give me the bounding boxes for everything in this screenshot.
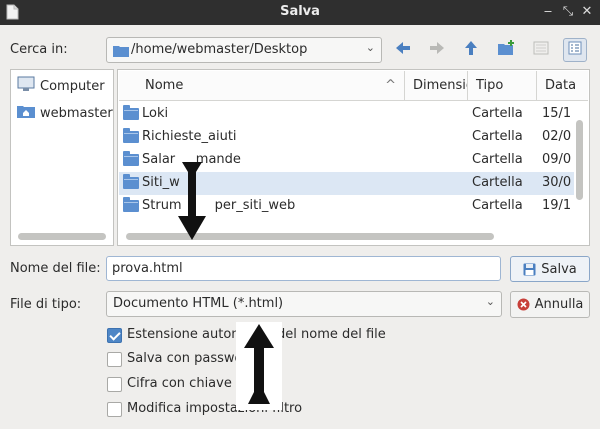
filename-label: Nome del file: xyxy=(10,261,101,276)
encrypt-gpg-label: Cifra con chiave G xyxy=(127,376,247,391)
encrypt-gpg-checkbox[interactable] xyxy=(107,377,122,392)
file-list-header: Nome ^ Dimensio Tipo Data xyxy=(119,71,588,101)
sidebar-item-computer[interactable]: Computer xyxy=(17,75,105,97)
file-type: Cartella xyxy=(472,106,523,121)
filename-value: prova.html xyxy=(112,261,183,276)
title-bar: Salva ‒ ⤡ ✕ xyxy=(0,0,600,25)
look-in-label: Cerca in: xyxy=(10,42,68,57)
sidebar-horizontal-scrollbar[interactable] xyxy=(18,233,106,240)
back-button[interactable] xyxy=(391,38,415,62)
file-type: Cartella xyxy=(472,198,523,213)
down-arrow-annotation-icon xyxy=(176,160,208,246)
column-header-size[interactable]: Dimensio xyxy=(405,71,468,101)
chevron-down-icon: ⌄ xyxy=(485,295,495,308)
file-type: Cartella xyxy=(472,175,523,190)
window-title: Salva xyxy=(280,4,320,19)
computer-icon xyxy=(17,76,35,96)
vertical-scrollbar[interactable] xyxy=(576,120,583,200)
new-folder-icon xyxy=(498,40,516,60)
back-icon xyxy=(395,41,411,59)
save-button[interactable]: Salva xyxy=(510,256,590,282)
column-header-date[interactable]: Data xyxy=(537,71,589,101)
sidebar-item-label: Computer xyxy=(40,78,105,94)
table-row[interactable]: Richieste_aiuti Cartella 02/0 xyxy=(119,126,574,149)
sidebar-item-webmaster[interactable]: webmaster xyxy=(17,102,113,124)
minimize-button[interactable]: ‒ xyxy=(540,3,556,21)
folder-icon xyxy=(123,128,139,143)
forward-icon xyxy=(429,41,445,59)
folder-icon xyxy=(123,105,139,120)
filetype-selected: Documento HTML (*.html) xyxy=(113,296,284,311)
forward-button[interactable] xyxy=(425,38,449,62)
file-name: Strum per_siti_web xyxy=(142,198,296,213)
detail-view-icon xyxy=(568,41,582,59)
filetype-label: File di tipo: xyxy=(10,297,82,312)
column-header-type[interactable]: Tipo xyxy=(468,71,537,101)
save-with-password-checkbox[interactable] xyxy=(107,352,122,367)
file-date: 15/1 xyxy=(542,106,572,121)
up-icon xyxy=(464,40,478,60)
file-name: Richieste_aiuti xyxy=(142,129,237,144)
edit-filter-settings-checkbox[interactable] xyxy=(107,402,122,417)
file-date: 09/0 xyxy=(542,152,572,167)
detail-view-button[interactable] xyxy=(563,38,587,62)
filename-input[interactable]: prova.html xyxy=(106,256,501,281)
file-type: Cartella xyxy=(472,152,523,167)
file-type: Cartella xyxy=(472,129,523,144)
list-view-icon xyxy=(533,41,549,59)
current-path: /home/webmaster/Desktop xyxy=(131,42,308,57)
folder-icon xyxy=(123,197,139,212)
folder-icon xyxy=(113,44,129,61)
file-date: 30/0 xyxy=(542,175,572,190)
file-name: Loki xyxy=(142,106,169,121)
new-folder-button[interactable] xyxy=(495,38,519,62)
cancel-icon xyxy=(517,298,530,311)
save-with-password-label: Salva con passwo xyxy=(127,351,243,366)
sidebar-item-label: webmaster xyxy=(40,105,113,121)
cancel-button[interactable]: Annulla xyxy=(510,291,590,318)
folder-icon xyxy=(123,151,139,166)
look-in-combo[interactable]: /home/webmaster/Desktop ⌄ xyxy=(106,37,382,63)
column-header-name[interactable]: Nome ^ xyxy=(119,71,405,101)
parent-folder-button[interactable] xyxy=(459,38,483,62)
filetype-combo[interactable]: Documento HTML (*.html) ⌄ xyxy=(106,291,502,317)
chevron-down-icon: ⌄ xyxy=(365,41,375,54)
floppy-disk-icon xyxy=(523,263,536,276)
places-sidebar: Computer webmaster xyxy=(10,69,114,246)
file-date: 02/0 xyxy=(542,129,572,144)
close-button[interactable]: ✕ xyxy=(579,3,595,21)
list-view-button[interactable] xyxy=(529,38,553,62)
table-row[interactable]: Loki Cartella 15/1 xyxy=(119,103,574,126)
folder-icon xyxy=(123,174,139,189)
up-arrow-annotation-icon xyxy=(236,322,282,410)
sort-ascending-icon: ^ xyxy=(385,78,396,93)
file-name: Siti_w xyxy=(142,175,180,190)
home-folder-icon xyxy=(17,104,35,122)
file-date: 19/1 xyxy=(542,198,572,213)
restore-button[interactable]: ⤡ xyxy=(560,3,576,21)
auto-extension-checkbox[interactable] xyxy=(107,328,122,343)
